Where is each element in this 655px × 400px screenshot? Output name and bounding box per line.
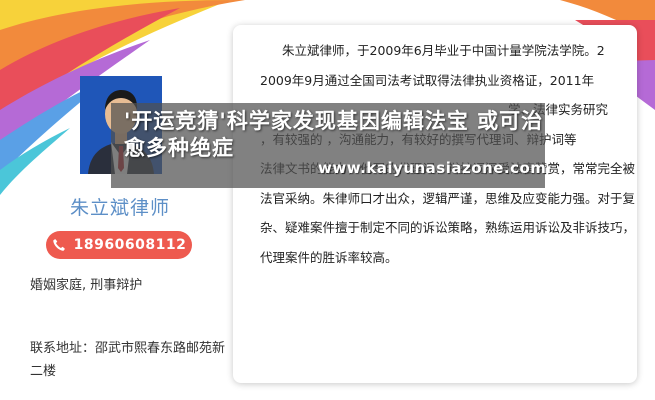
lawyer-profile-panel: 朱立斌律师 18960608112 婚姻家庭, 刑事辩护 联系地址：邵武市熙春东… [0, 0, 240, 400]
ad-watermark-url[interactable]: www.kaiyunasiazone.com [318, 159, 546, 177]
phone-number: 18960608112 [73, 237, 187, 253]
lawyer-name: 朱立斌律师 [69, 197, 170, 219]
bio-card: 朱立斌律师，于2009年6月毕业于中国计量学院法学院。2 2009年9月通过全国… [233, 25, 637, 383]
bio-line: 朱立斌律师，于2009年6月毕业于中国计量学院法学院。2 [282, 43, 605, 58]
bio-line: 代理案件的胜诉率较高。 [260, 249, 398, 265]
bio-line: 2009年9月通过全国司法考试取得法律执业资格证，2011年 [260, 72, 595, 88]
phone-icon [52, 239, 65, 251]
practice-areas: 婚姻家庭, 刑事辩护 [30, 278, 143, 293]
phone-call-button[interactable]: 18960608112 [46, 231, 192, 259]
contact-address: 联系地址：邵武市熙春东路邮苑新二楼 [30, 341, 226, 379]
bio-line: 杂、疑难案件擅于制定不同的诉讼策略，熟练运用诉讼及非诉技巧， [260, 220, 636, 235]
ad-headline[interactable]: '开运竞猜'科学家发现基因编辑法宝 或可治愈多种绝症 [124, 108, 544, 162]
